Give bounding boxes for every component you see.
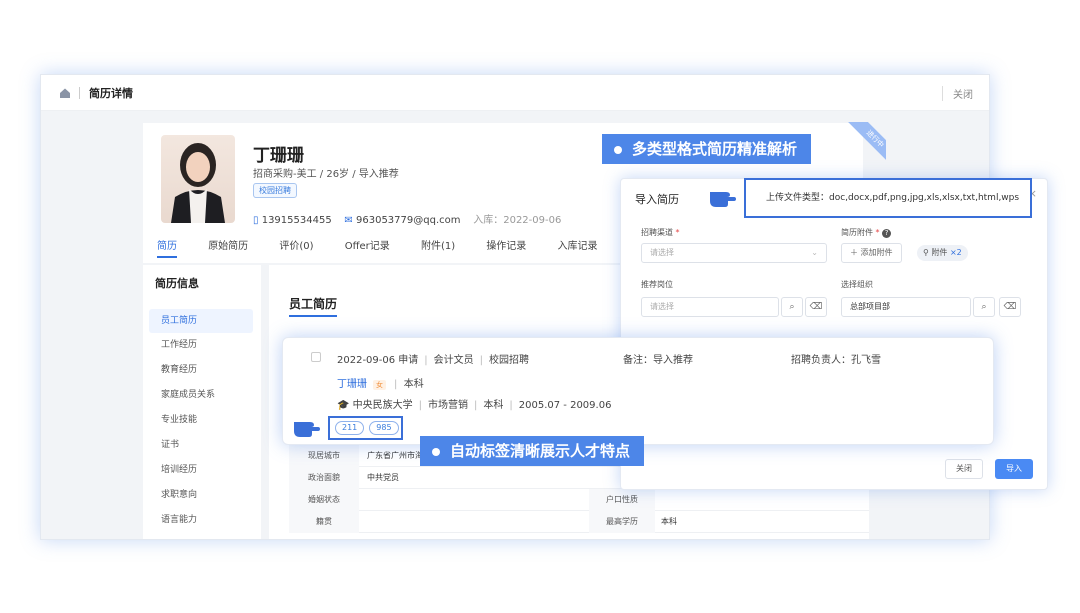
callout-tags: 自动标签清晰展示人才特点: [420, 436, 645, 466]
graduation-cap-icon: 🎓: [337, 400, 350, 411]
import-button[interactable]: 导入: [995, 459, 1033, 479]
dialog-title: 导入简历: [635, 193, 679, 206]
divider: [79, 87, 80, 99]
pointing-hand-icon: [294, 422, 320, 437]
candidate-line: 丁珊珊女 | 本科: [337, 379, 424, 390]
field-label: 籍贯: [289, 511, 359, 533]
tab-resume[interactable]: 简历: [157, 237, 177, 258]
talent-tags: 211 985: [328, 416, 403, 440]
channel-label: 招聘渠道 *: [641, 228, 680, 237]
tab-operation-log[interactable]: 操作记录: [486, 237, 526, 252]
org-label: 选择组织: [841, 280, 873, 289]
sidebar-item-work-experience[interactable]: 工作经历: [143, 333, 261, 357]
attachment-label: 简历附件 * ?: [841, 227, 892, 238]
search-icon[interactable]: ⌕: [781, 297, 803, 317]
field-label: 婚姻状态: [289, 489, 359, 511]
tab-original-resume[interactable]: 原始简历: [208, 237, 248, 252]
sidebar-item-skills[interactable]: 专业技能: [143, 408, 261, 432]
application-note: 备注：导入推荐: [623, 355, 693, 366]
tag-985: 985: [369, 421, 399, 435]
candidate-meta: 招商采购-美工 / 26岁 / 导入推荐: [253, 169, 399, 180]
application-line: 2022-09-06 申请 | 会计文员 | 校园招聘: [337, 355, 530, 366]
cancel-button[interactable]: 关闭: [945, 459, 983, 479]
avatar: [161, 135, 235, 223]
source-tag: 校园招聘: [253, 183, 297, 198]
table-row: 籍贯 最高学历 本科: [289, 511, 869, 533]
portrait-image: [171, 143, 225, 223]
tab-offer[interactable]: Offer记录: [345, 237, 390, 252]
section-title: 员工简历: [289, 295, 338, 317]
trash-icon[interactable]: ⌫: [805, 297, 827, 317]
resume-sidebar: 简历信息 员工简历 工作经历 教育经历 家庭成员关系 专业技能 证书 培训经历 …: [143, 265, 261, 539]
chevron-down-icon: ⌄: [811, 248, 818, 257]
degree: 本科: [403, 379, 424, 390]
home-icon[interactable]: [59, 87, 71, 99]
phone-number: 13915534455: [261, 215, 332, 226]
sidebar-item-certificates[interactable]: 证书: [143, 433, 261, 457]
position-input[interactable]: 请选择: [641, 297, 779, 317]
education-line: 🎓 中央民族大学 | 市场营销 | 本科 | 2005.07 - 2009.06: [337, 400, 612, 411]
close-link[interactable]: 关闭: [942, 86, 973, 101]
search-icon[interactable]: ⌕: [973, 297, 995, 317]
email: 963053779@qq.com: [356, 215, 461, 226]
add-attachment-button[interactable]: ＋ 添加附件: [841, 243, 902, 263]
trash-icon[interactable]: ⌫: [999, 297, 1021, 317]
org-input[interactable]: 总部项目部: [841, 297, 971, 317]
select-checkbox[interactable]: [311, 352, 321, 362]
sidebar-item-job-intention[interactable]: 求职意向: [143, 483, 261, 507]
tab-storage-log[interactable]: 入库记录: [558, 237, 598, 252]
tab-attachments[interactable]: 附件(1): [421, 237, 455, 252]
sidebar-title: 简历信息: [155, 277, 199, 290]
profile-tabs: 简历 原始简历 评价(0) Offer记录 附件(1) 操作记录 入库记录 备注: [157, 237, 649, 259]
gender-badge: 女: [373, 380, 386, 390]
sidebar-item-language[interactable]: 语言能力: [143, 508, 261, 532]
position-label: 推荐岗位: [641, 280, 673, 289]
pointing-hand-icon: [710, 192, 736, 207]
status-ribbon-label: 进行中: [845, 122, 886, 169]
help-icon[interactable]: ?: [882, 229, 892, 238]
field-value: 中共党员: [367, 473, 399, 482]
candidate-name: 丁珊珊: [253, 146, 304, 166]
field-value: 本科: [661, 517, 677, 526]
phone-icon: ▯: [253, 215, 259, 226]
sidebar-item-training[interactable]: 培训经历: [143, 458, 261, 482]
tab-evaluation[interactable]: 评价(0): [279, 237, 313, 252]
sidebar-item-family[interactable]: 家庭成员关系: [143, 383, 261, 407]
channel-select[interactable]: 请选择 ⌄: [641, 243, 827, 263]
field-label: 政治面貌: [289, 467, 359, 489]
sidebar-item-employee-resume[interactable]: 员工简历: [149, 309, 253, 333]
table-row: 婚姻状态 户口性质: [289, 489, 869, 511]
field-label: 最高学历: [589, 511, 655, 533]
contact-line: ▯ 13915534455 ✉ 963053779@qq.com 入库：2022…: [253, 211, 561, 226]
callout-parse: 多类型格式简历精准解析: [602, 134, 812, 164]
title-bar: 简历详情 关闭: [41, 75, 989, 111]
candidate-name-link[interactable]: 丁珊珊: [337, 379, 367, 390]
join-date: 入库：2022-09-06: [473, 215, 562, 226]
attachment-chip[interactable]: ⚲ 附件 ×2: [917, 245, 968, 261]
status-ribbon: 进行中: [838, 122, 886, 170]
file-types-hint: 上传文件类型：doc,docx,pdf,png,jpg,xls,xlsx,txt…: [744, 178, 1032, 218]
recruiter-owner: 招聘负责人：孔飞雪: [791, 355, 881, 366]
bullet-icon: [614, 145, 622, 154]
field-label: 现居城市: [289, 445, 359, 467]
field-label: 户口性质: [589, 489, 655, 511]
page-title: 简历详情: [89, 87, 133, 100]
sidebar-item-education[interactable]: 教育经历: [143, 358, 261, 382]
paperclip-icon: ⚲: [923, 248, 929, 257]
tag-211: 211: [335, 421, 365, 435]
mail-icon: ✉: [344, 215, 353, 226]
bullet-icon: [432, 447, 440, 456]
